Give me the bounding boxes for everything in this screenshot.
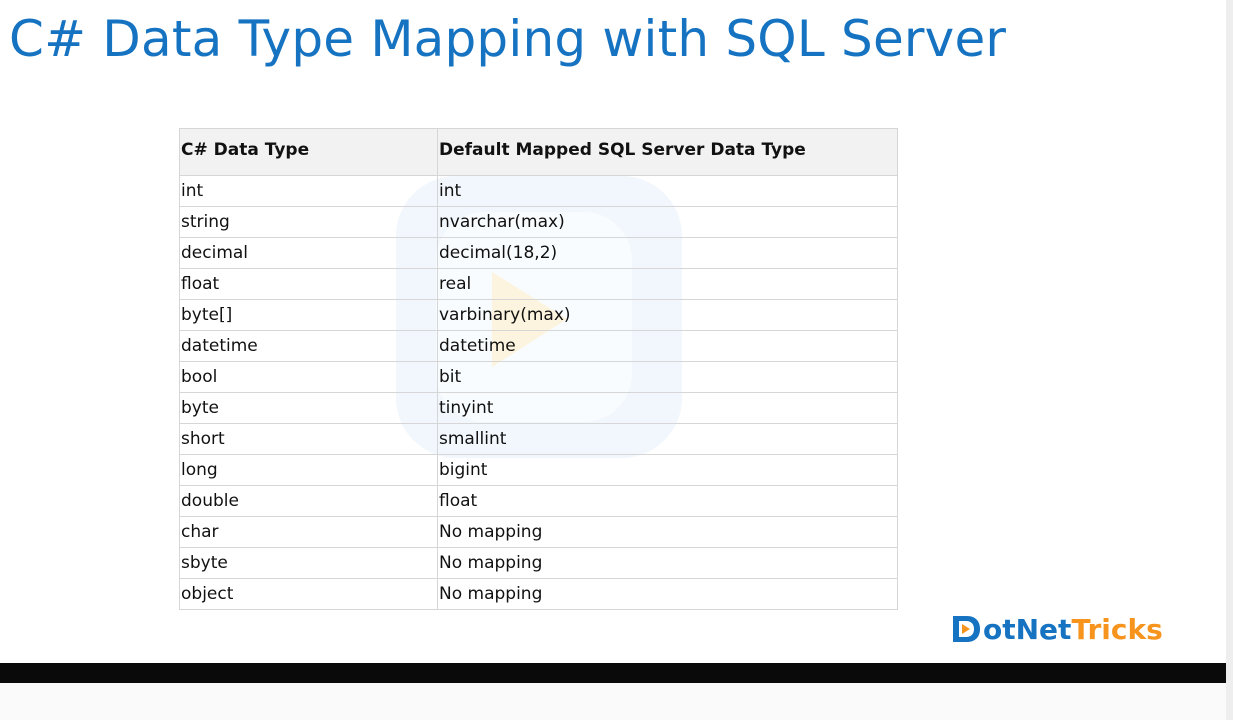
sql-type-cell: float	[437, 485, 898, 517]
csharp-type-cell: string	[179, 206, 438, 238]
csharp-type-cell: sbyte	[179, 547, 438, 579]
table-row: decimal decimal(18,2)	[179, 237, 898, 269]
table-row: datetime datetime	[179, 330, 898, 362]
csharp-type-cell: char	[179, 516, 438, 548]
sql-type-cell: real	[437, 268, 898, 300]
window-edge	[1226, 0, 1233, 720]
sql-type-cell: No mapping	[437, 578, 898, 610]
dotnettricks-logo: otNet Tricks	[950, 612, 1163, 646]
slide: C# Data Type Mapping with SQL Server C# …	[0, 0, 1226, 663]
table-row: object No mapping	[179, 578, 898, 610]
below-bar-area	[0, 683, 1226, 720]
csharp-type-cell: object	[179, 578, 438, 610]
csharp-type-cell: double	[179, 485, 438, 517]
csharp-type-cell: decimal	[179, 237, 438, 269]
logo-text-tricks: Tricks	[1071, 612, 1163, 646]
table-row: float real	[179, 268, 898, 300]
table-row: bool bit	[179, 361, 898, 393]
table-row: double float	[179, 485, 898, 517]
play-d-logo-icon	[953, 616, 980, 642]
sql-type-cell: No mapping	[437, 516, 898, 548]
csharp-type-cell: byte	[179, 392, 438, 424]
sql-type-cell: No mapping	[437, 547, 898, 579]
column-header-csharp-type: C# Data Type	[179, 128, 438, 176]
table-row: byte[] varbinary(max)	[179, 299, 898, 331]
table-row: sbyte No mapping	[179, 547, 898, 579]
sql-type-cell: bit	[437, 361, 898, 393]
mapping-table: C# Data Type Default Mapped SQL Server D…	[179, 128, 898, 610]
csharp-type-cell: bool	[179, 361, 438, 393]
video-bottom-bar	[0, 663, 1226, 683]
mapping-table-container: C# Data Type Default Mapped SQL Server D…	[179, 128, 898, 610]
sql-type-cell: int	[437, 175, 898, 207]
sql-type-cell: smallint	[437, 423, 898, 455]
table-row: char No mapping	[179, 516, 898, 548]
column-header-sql-type: Default Mapped SQL Server Data Type	[437, 128, 898, 176]
table-row: long bigint	[179, 454, 898, 486]
table-header-row: C# Data Type Default Mapped SQL Server D…	[179, 128, 898, 176]
csharp-type-cell: short	[179, 423, 438, 455]
sql-type-cell: bigint	[437, 454, 898, 486]
sql-type-cell: nvarchar(max)	[437, 206, 898, 238]
page-title: C# Data Type Mapping with SQL Server	[9, 10, 1007, 68]
table-row: short smallint	[179, 423, 898, 455]
sql-type-cell: tinyint	[437, 392, 898, 424]
csharp-type-cell: int	[179, 175, 438, 207]
sql-type-cell: decimal(18,2)	[437, 237, 898, 269]
sql-type-cell: varbinary(max)	[437, 299, 898, 331]
logo-text-dotnet: otNet	[983, 612, 1072, 646]
table-row: int int	[179, 175, 898, 207]
table-row: byte tinyint	[179, 392, 898, 424]
table-row: string nvarchar(max)	[179, 206, 898, 238]
csharp-type-cell: datetime	[179, 330, 438, 362]
sql-type-cell: datetime	[437, 330, 898, 362]
csharp-type-cell: long	[179, 454, 438, 486]
csharp-type-cell: byte[]	[179, 299, 438, 331]
csharp-type-cell: float	[179, 268, 438, 300]
